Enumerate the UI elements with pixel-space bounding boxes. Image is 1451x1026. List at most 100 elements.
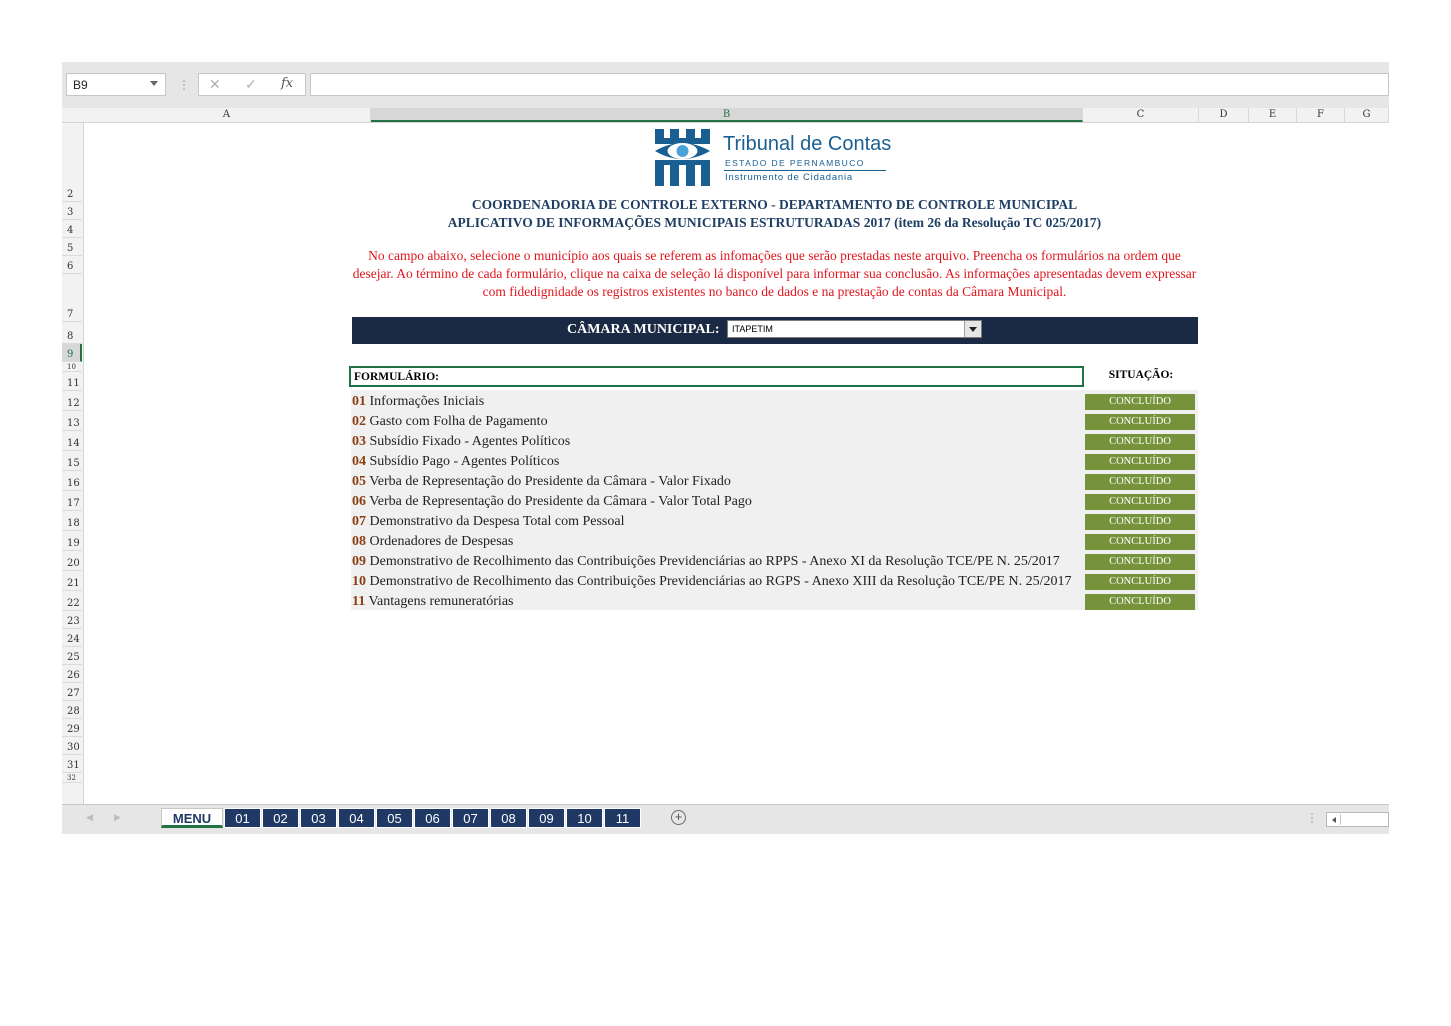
row-header-3[interactable]: 3 — [62, 202, 82, 220]
row-header-28[interactable]: 28 — [62, 701, 82, 719]
form-title: Demonstrativo de Recolhimento das Contri… — [369, 554, 1060, 569]
row-header-27[interactable]: 27 — [62, 683, 82, 701]
row-header-25[interactable]: 25 — [62, 647, 82, 665]
tab-scroll-left-icon[interactable]: ◀ — [86, 812, 93, 823]
forms-list: 01 Informações Iniciais CONCLUÍDO 02 Gasto… — [351, 390, 1198, 610]
camara-label: CÂMARA MUNICIPAL: — [567, 322, 720, 337]
row-header-31[interactable]: 31 — [62, 755, 82, 773]
fx-icon[interactable]: fx — [281, 76, 293, 91]
row-header-13[interactable]: 13 — [62, 411, 82, 431]
row-header-30[interactable]: 30 — [62, 737, 82, 755]
row-header-12[interactable]: 12 — [62, 391, 82, 411]
row-header-23[interactable]: 23 — [62, 611, 82, 629]
status-badge-07: CONCLUÍDO — [1085, 514, 1195, 530]
row-header-22[interactable]: 22 — [62, 591, 82, 611]
close-icon[interactable]: ✕ — [209, 76, 221, 93]
row-header-14[interactable]: 14 — [62, 431, 82, 451]
add-sheet-icon[interactable]: + — [671, 810, 686, 825]
form-item-11[interactable]: 11 Vantagens remuneratórias — [351, 592, 1086, 612]
form-item-02[interactable]: 02 Gasto com Folha de Pagamento — [351, 412, 1086, 432]
column-header-a[interactable]: A — [83, 108, 371, 122]
form-item-05[interactable]: 05 Verba de Representação do Presidente … — [351, 472, 1086, 492]
formula-input[interactable] — [310, 73, 1389, 96]
sheet-tab-04[interactable]: 04 — [338, 808, 375, 828]
sheet-tab-11[interactable]: 11 — [604, 808, 641, 828]
camara-select[interactable]: ITAPETIM — [727, 320, 982, 338]
form-item-09[interactable]: 09 Demonstrativo de Recolhimento das Con… — [351, 552, 1086, 572]
form-item-01[interactable]: 01 Informações Iniciais — [351, 392, 1086, 412]
row-header-6[interactable]: 6 — [62, 256, 82, 274]
form-number: 06 — [352, 494, 366, 509]
row-header-18[interactable]: 18 — [62, 511, 82, 531]
form-item-06[interactable]: 06 Verba de Representação do Presidente … — [351, 492, 1086, 512]
column-header-g[interactable]: G — [1345, 108, 1389, 122]
row-header-2[interactable]: 2 — [62, 123, 82, 202]
form-title: Verba de Representação do Presidente da … — [369, 474, 731, 489]
form-number: 04 — [352, 454, 366, 469]
formula-bar: B9 ⋮ ✕ ✓ fx — [62, 62, 1389, 109]
instructions-text: No campo abaixo, selecione o município a… — [352, 248, 1197, 300]
check-icon[interactable]: ✓ — [245, 76, 257, 93]
form-item-10[interactable]: 10 Demonstrativo de Recolhimento das Con… — [351, 572, 1086, 592]
column-header-c[interactable]: C — [1083, 108, 1199, 122]
column-header-e[interactable]: E — [1249, 108, 1297, 122]
more-options-icon[interactable]: ⋮ — [178, 78, 190, 92]
logo-tagline: Instrumento de Cidadania — [725, 172, 853, 183]
row-header-10[interactable]: 10 — [62, 362, 82, 372]
scroll-split-icon[interactable]: ⋮ — [1306, 811, 1318, 825]
form-title: Demonstrativo da Despesa Total com Pesso… — [369, 514, 625, 529]
row-header-29[interactable]: 29 — [62, 719, 82, 737]
form-number: 03 — [352, 434, 366, 449]
form-item-04[interactable]: 04 Subsídio Pago - Agentes Políticos — [351, 452, 1086, 472]
row-header-9[interactable]: 9 — [62, 344, 82, 362]
row-header-16[interactable]: 16 — [62, 471, 82, 491]
sheet-tab-05[interactable]: 05 — [376, 808, 413, 828]
column-header-d[interactable]: D — [1199, 108, 1249, 122]
spreadsheet-window: B9 ⋮ ✕ ✓ fx ABCDEFG 2 3 4 5 6 7 8 9 10 11 12 13 14 15… — [62, 62, 1389, 834]
sheet-tab-03[interactable]: 03 — [300, 808, 337, 828]
form-title: Verba de Representação do Presidente da … — [369, 494, 752, 509]
selected-cell-formulario[interactable]: FORMULÁRIO: — [349, 366, 1084, 387]
row-header-8[interactable]: 8 — [62, 322, 82, 344]
scroll-left-arrow-icon[interactable] — [1329, 814, 1341, 825]
tab-scroll-right-icon[interactable]: ▶ — [114, 812, 121, 823]
form-number: 09 — [352, 554, 366, 569]
row-header-20[interactable]: 20 — [62, 551, 82, 571]
form-number: 08 — [352, 534, 366, 549]
sheet-tab-menu[interactable]: MENU — [161, 808, 223, 828]
sheet-tab-08[interactable]: 08 — [490, 808, 527, 828]
formula-actions: ✕ ✓ fx — [198, 73, 306, 96]
sheet-tab-07[interactable]: 07 — [452, 808, 489, 828]
name-box-dropdown-icon[interactable] — [150, 81, 158, 86]
row-header-7[interactable]: 7 — [62, 274, 82, 322]
row-header-24[interactable]: 24 — [62, 629, 82, 647]
row-header-4[interactable]: 4 — [62, 220, 82, 238]
row-header-19[interactable]: 19 — [62, 531, 82, 551]
status-badge-04: CONCLUÍDO — [1085, 454, 1195, 470]
sheet-tab-06[interactable]: 06 — [414, 808, 451, 828]
sheet-tab-02[interactable]: 02 — [262, 808, 299, 828]
row-header-21[interactable]: 21 — [62, 571, 82, 591]
row-header-17[interactable]: 17 — [62, 491, 82, 511]
sheet-tab-10[interactable]: 10 — [566, 808, 603, 828]
column-header-b[interactable]: B — [371, 108, 1083, 122]
row-header-32[interactable]: 32 — [62, 773, 82, 783]
sheet-tab-01[interactable]: 01 — [224, 808, 261, 828]
title-coordenadoria: COORDENADORIA DE CONTROLE EXTERNO - DEPA… — [471, 197, 1078, 212]
horizontal-scrollbar[interactable] — [1326, 812, 1389, 827]
logo-state: ESTADO DE PERNAMBUCO — [725, 158, 865, 168]
form-title: Demonstrativo de Recolhimento das Contri… — [369, 574, 1072, 589]
column-header-f[interactable]: F — [1297, 108, 1345, 122]
row-header-5[interactable]: 5 — [62, 238, 82, 256]
status-badge-09: CONCLUÍDO — [1085, 554, 1195, 570]
form-number: 01 — [352, 394, 366, 409]
form-item-08[interactable]: 08 Ordenadores de Despesas — [351, 532, 1086, 552]
sheet-tab-09[interactable]: 09 — [528, 808, 565, 828]
form-item-07[interactable]: 07 Demonstrativo da Despesa Total com Pe… — [351, 512, 1086, 532]
row-header-11[interactable]: 11 — [62, 372, 82, 391]
row-header-26[interactable]: 26 — [62, 665, 82, 683]
row-header-15[interactable]: 15 — [62, 451, 82, 471]
logo-divider — [724, 170, 886, 171]
chevron-down-icon[interactable] — [964, 321, 981, 337]
form-item-03[interactable]: 03 Subsídio Fixado - Agentes Políticos — [351, 432, 1086, 452]
